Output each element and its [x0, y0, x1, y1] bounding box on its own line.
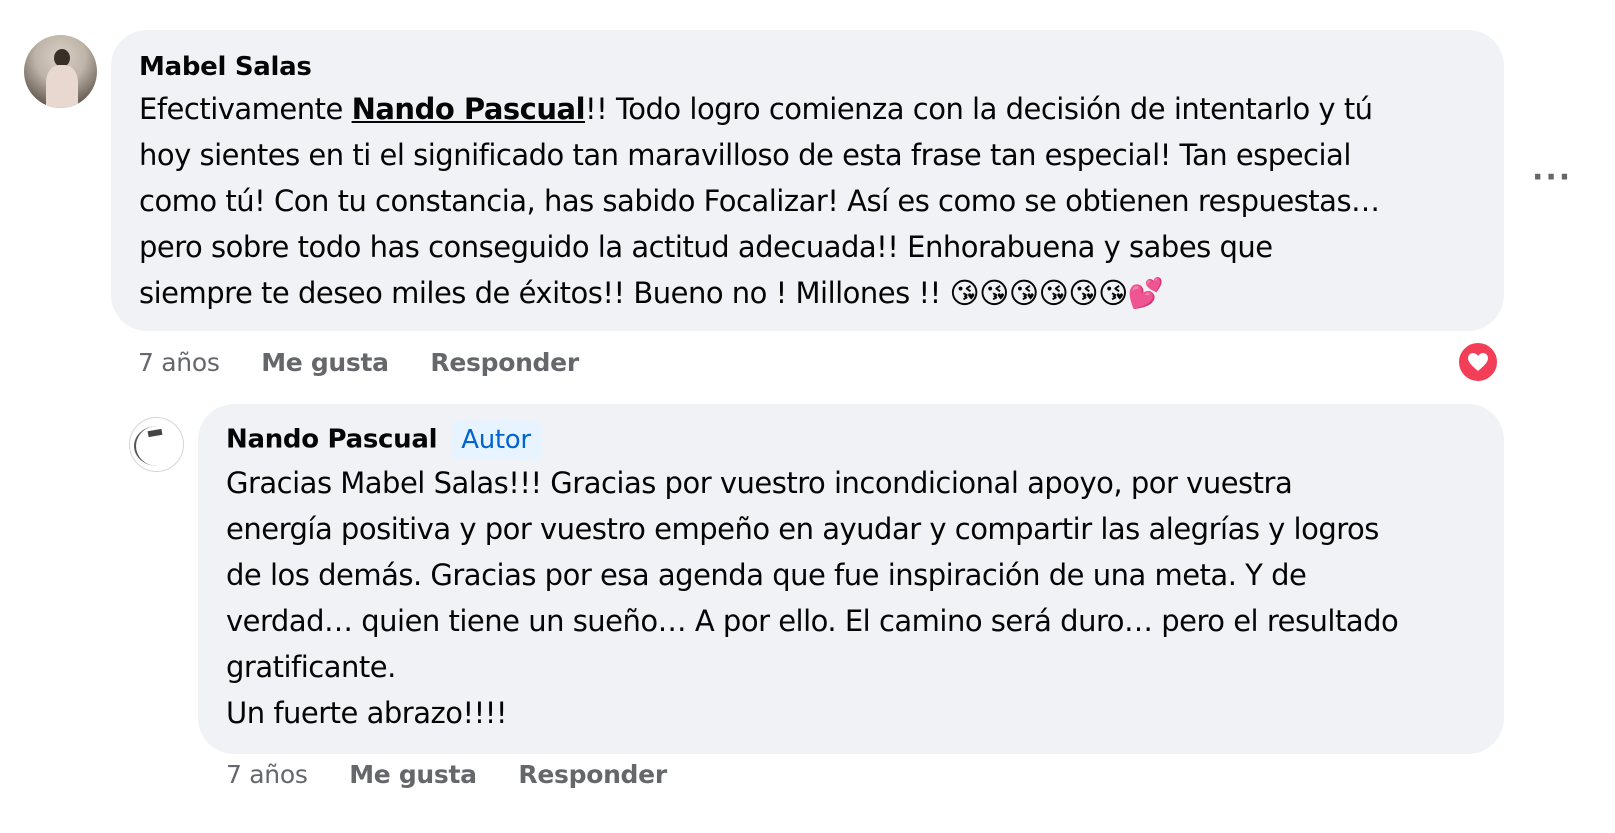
comment-actions: 7 años Me gusta Responder — [138, 348, 613, 377]
avatar-nando-pascual[interactable] — [129, 417, 184, 472]
reply-bubble: Nando Pascual Autor Gracias Mabel Salas!!… — [198, 404, 1504, 754]
emoji-group: 😘😘😘😘😘😘💕 — [949, 276, 1164, 310]
like-button[interactable]: Me gusta — [261, 348, 389, 377]
mention-link[interactable]: Nando Pascual — [352, 92, 586, 126]
comment-timestamp[interactable]: 7 años — [138, 348, 220, 377]
comment-text-before: Efectivamente — [139, 92, 352, 126]
reply-reply-button[interactable]: Responder — [518, 760, 667, 789]
more-options-button[interactable]: ··· — [1532, 160, 1572, 195]
avatar-figure-body — [46, 65, 78, 108]
reply-timestamp[interactable]: 7 años — [226, 760, 308, 789]
reply-actions: 7 años Me gusta Responder — [226, 760, 701, 789]
reply-like-button[interactable]: Me gusta — [349, 760, 477, 789]
reply-author[interactable]: Nando Pascual — [226, 425, 438, 455]
avatar-mabel-salas[interactable] — [24, 35, 97, 108]
comment-text: Efectivamente Nando Pascual!! Todo logro… — [139, 86, 1476, 316]
heart-icon — [1468, 353, 1488, 371]
reply-text: Gracias Mabel Salas!!! Gracias por vuest… — [226, 466, 1399, 730]
reply-button[interactable]: Responder — [430, 348, 579, 377]
reply-author-line: Nando Pascual Autor — [226, 420, 1476, 460]
comment-bubble: Mabel Salas Efectivamente Nando Pascual!… — [111, 30, 1504, 331]
author-badge: Autor — [451, 420, 541, 460]
reaction-heart-badge[interactable] — [1457, 341, 1499, 383]
comment-author[interactable]: Mabel Salas — [139, 48, 1476, 86]
